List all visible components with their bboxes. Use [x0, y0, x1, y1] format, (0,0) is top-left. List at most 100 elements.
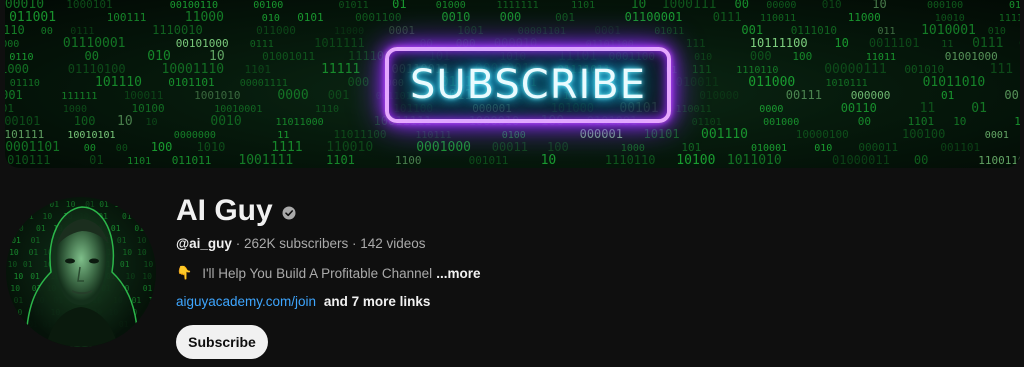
- avatar-matrix-digits: 01: [30, 272, 40, 281]
- video-count: 142 videos: [360, 236, 426, 251]
- channel-link[interactable]: aiguyacademy.com/join: [176, 294, 316, 309]
- avatar-matrix-digits: 01: [152, 224, 156, 233]
- avatar-matrix-digits: 10: [146, 308, 156, 317]
- matrix-digits: 10: [834, 36, 848, 50]
- channel-meta: @ai_guy · 262K subscribers · 142 videos: [176, 236, 426, 251]
- more-links-button[interactable]: and 7 more links: [324, 294, 431, 309]
- matrix-digits: 10: [872, 0, 886, 11]
- matrix-digits: 10100: [676, 153, 715, 168]
- matrix-digits: 00100: [253, 0, 283, 11]
- matrix-digits: 00: [1004, 88, 1018, 102]
- avatar-matrix-digits: 01: [24, 212, 34, 221]
- avatar-matrix-digits: 01: [132, 296, 142, 305]
- avatar-matrix-digits: 10: [9, 200, 19, 209]
- avatar-matrix-digits: 01: [120, 260, 130, 269]
- channel-title-row: AI Guy: [176, 192, 296, 230]
- matrix-digits: 0000: [759, 104, 783, 115]
- matrix-digits: 001101: [940, 141, 980, 154]
- matrix-digits: 1110110: [605, 153, 656, 167]
- avatar-matrix-digits: 01: [140, 320, 150, 329]
- matrix-digits: 001: [555, 11, 575, 24]
- avatar-matrix-digits: 10: [142, 272, 152, 281]
- matrix-digits: 00110: [841, 101, 877, 115]
- matrix-digits: 111111: [61, 91, 97, 102]
- avatar-matrix-digits: 01: [111, 224, 121, 233]
- matrix-digits: 01: [392, 0, 406, 11]
- avatar-matrix-digits: 10: [126, 272, 136, 281]
- avatar-matrix-digits: 10: [28, 200, 38, 209]
- matrix-digits: 10: [117, 114, 133, 129]
- matrix-digits: 0001: [594, 24, 621, 37]
- matrix-digits: 10101: [644, 127, 680, 141]
- matrix-digits: 010111: [7, 153, 50, 167]
- channel-avatar[interactable]: 1010011001011010101001101010010101011001…: [6, 197, 156, 347]
- avatar-matrix-digits: 01: [10, 332, 20, 341]
- matrix-digits: 1110: [315, 104, 339, 115]
- matrix-digits: 011011: [172, 154, 212, 167]
- pointing-down-hand-icon: 👇: [176, 265, 193, 280]
- matrix-digits: 10010101: [67, 130, 115, 141]
- matrix-digits: 111: [990, 62, 1013, 77]
- matrix-digits: 100100: [1014, 115, 1020, 128]
- matrix-digits: 100111: [107, 11, 147, 24]
- matrix-digits: 1100: [395, 154, 422, 167]
- avatar-matrix-digits: 10: [66, 200, 76, 209]
- matrix-digits: 110: [5, 23, 25, 37]
- avatar-matrix-digits: 10: [10, 284, 20, 293]
- matrix-digits: 00101: [5, 114, 40, 128]
- matrix-digits: 00011: [492, 140, 528, 154]
- meta-separator: ·: [348, 236, 361, 251]
- matrix-digits: 0001000: [416, 140, 471, 155]
- avatar-matrix-digits: 01: [29, 248, 39, 257]
- matrix-digits: 1010111: [826, 78, 868, 89]
- matrix-digits: 01011: [654, 26, 684, 37]
- avatar-matrix-digits: 10: [137, 236, 147, 245]
- matrix-digits: 0111: [972, 36, 1003, 51]
- avatar-matrix-digits: 10: [14, 224, 24, 233]
- matrix-digits: 0101101: [168, 76, 214, 89]
- avatar-matrix-digits: 10: [131, 200, 141, 209]
- avatar-matrix-digits: 01: [134, 224, 144, 233]
- subscribe-button[interactable]: Subscribe: [176, 325, 268, 359]
- matrix-digits: 11000: [848, 11, 881, 24]
- avatar-image: 1010011001011010101001101010010101011001…: [8, 200, 156, 347]
- matrix-digits: 100: [792, 50, 812, 63]
- matrix-digits: 010: [814, 143, 832, 154]
- matrix-digits: 11001100: [978, 154, 1020, 167]
- matrix-digits: 0000: [277, 88, 308, 103]
- description-more-button[interactable]: ...more: [436, 266, 480, 281]
- matrix-digits: 0010: [441, 10, 470, 24]
- matrix-digits: 010: [262, 13, 280, 24]
- channel-description[interactable]: 👇 I'll Help You Build A Profitable Chann…: [176, 265, 480, 281]
- matrix-digits: 0111: [713, 10, 742, 24]
- matrix-digits: 01110100: [68, 62, 126, 76]
- matrix-digits: 1101: [245, 63, 272, 76]
- matrix-digits: 000100: [927, 0, 963, 11]
- channel-name: AI Guy: [176, 194, 273, 227]
- matrix-digits: 1001010: [194, 89, 240, 102]
- matrix-digits: 001000: [763, 117, 799, 128]
- matrix-digits: 01011: [339, 0, 369, 11]
- matrix-digits: 110011: [676, 104, 712, 115]
- avatar-matrix-digits: 01: [23, 260, 33, 269]
- avatar-matrix-digits: 01: [143, 284, 153, 293]
- matrix-digits: 00000111: [824, 62, 887, 77]
- matrix-digits: 100: [151, 140, 173, 154]
- neon-subscribe-sign: SUBSCRIBE: [385, 47, 671, 123]
- matrix-digits: 0111: [250, 39, 274, 50]
- matrix-digits: 010011: [676, 75, 719, 89]
- avatar-matrix-digits: 10: [9, 212, 19, 221]
- matrix-digits: 000: [500, 10, 522, 24]
- avatar-matrix-digits: 01: [31, 236, 41, 245]
- avatar-matrix-digits: 10: [145, 332, 155, 341]
- matrix-digits: 100: [547, 140, 569, 154]
- matrix-digits: 00: [41, 26, 53, 37]
- matrix-digits: 01100001: [625, 10, 683, 24]
- avatar-matrix-digits: 01: [117, 236, 127, 245]
- matrix-digits: 01: [89, 153, 103, 167]
- matrix-digits: 011000: [256, 24, 296, 37]
- avatar-matrix-digits: 01: [151, 212, 156, 221]
- avatar-matrix-digits: 01: [136, 212, 146, 221]
- matrix-digits: 000001: [580, 127, 623, 141]
- matrix-digits: 10: [953, 115, 966, 128]
